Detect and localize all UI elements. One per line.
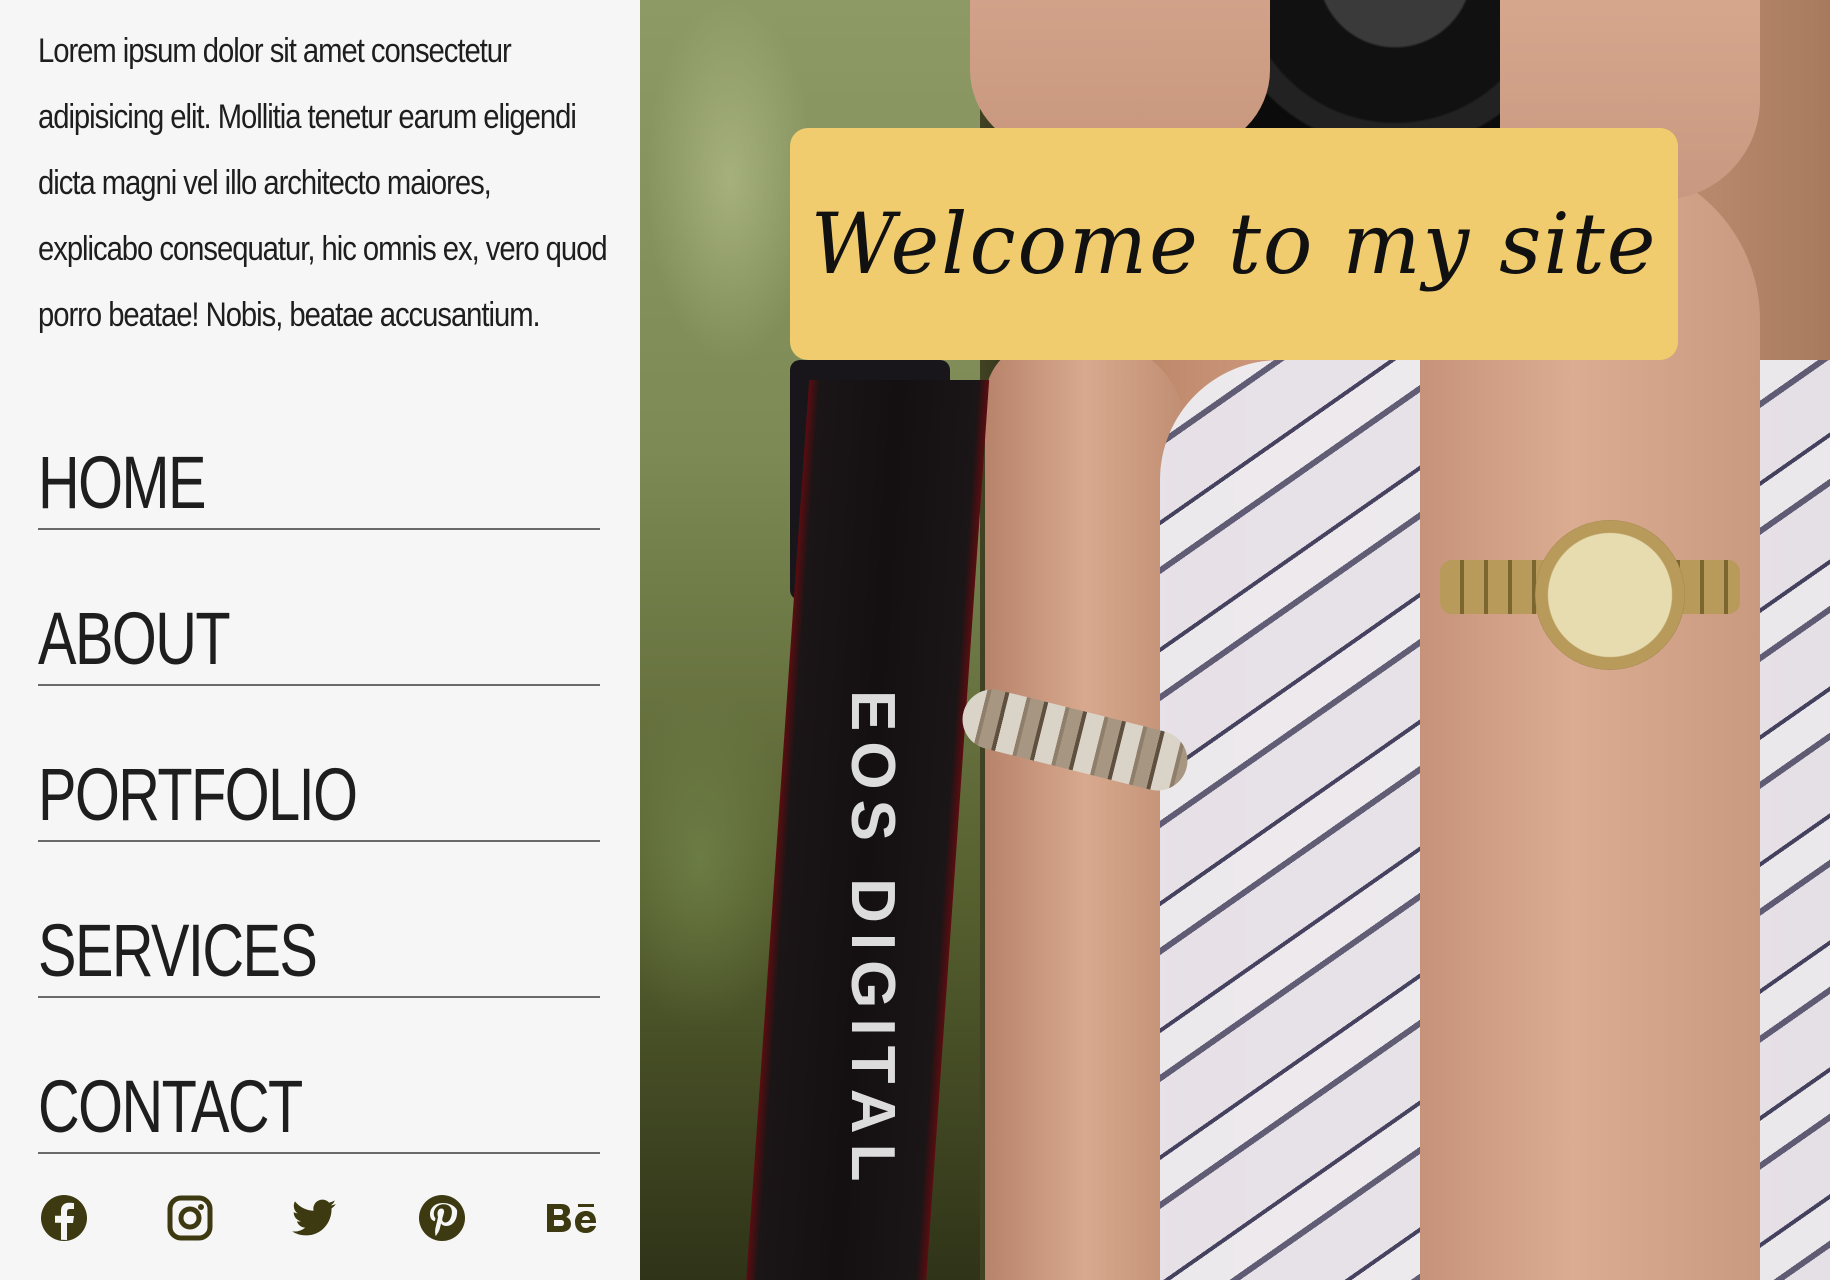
nav-item-about[interactable]: ABOUT bbox=[38, 530, 600, 686]
watch-face bbox=[1535, 520, 1685, 670]
pinterest-icon[interactable] bbox=[416, 1192, 468, 1244]
facebook-icon[interactable] bbox=[38, 1192, 90, 1244]
welcome-banner: Welcome to my site bbox=[790, 128, 1678, 360]
nav-item-label: SERVICES bbox=[38, 909, 318, 992]
social-links bbox=[38, 1192, 600, 1244]
nav-item-home[interactable]: HOME bbox=[38, 432, 600, 530]
left-arm bbox=[985, 340, 1185, 1280]
nav-item-label: PORTFOLIO bbox=[38, 753, 358, 836]
nav-item-label: HOME bbox=[38, 441, 206, 524]
nav-item-contact[interactable]: CONTACT bbox=[38, 998, 600, 1154]
twitter-icon[interactable] bbox=[288, 1192, 340, 1244]
behance-icon[interactable] bbox=[544, 1192, 602, 1244]
hero-image: EOS DIGITAL Welcome to my site bbox=[640, 0, 1830, 1280]
welcome-heading: Welcome to my site bbox=[810, 195, 1658, 293]
main-nav: HOME ABOUT PORTFOLIO SERVICES CONTACT bbox=[38, 432, 600, 1154]
intro-text: Lorem ipsum dolor sit amet consectetur a… bbox=[38, 32, 608, 334]
nav-item-label: CONTACT bbox=[38, 1065, 303, 1148]
sidebar: Lorem ipsum dolor sit amet consectetur a… bbox=[0, 0, 640, 1280]
instagram-icon[interactable] bbox=[164, 1192, 216, 1244]
camera-strap-text: EOS DIGITAL bbox=[838, 690, 907, 1192]
nav-item-portfolio[interactable]: PORTFOLIO bbox=[38, 686, 600, 842]
nav-item-label: ABOUT bbox=[38, 597, 231, 680]
nav-item-services[interactable]: SERVICES bbox=[38, 842, 600, 998]
